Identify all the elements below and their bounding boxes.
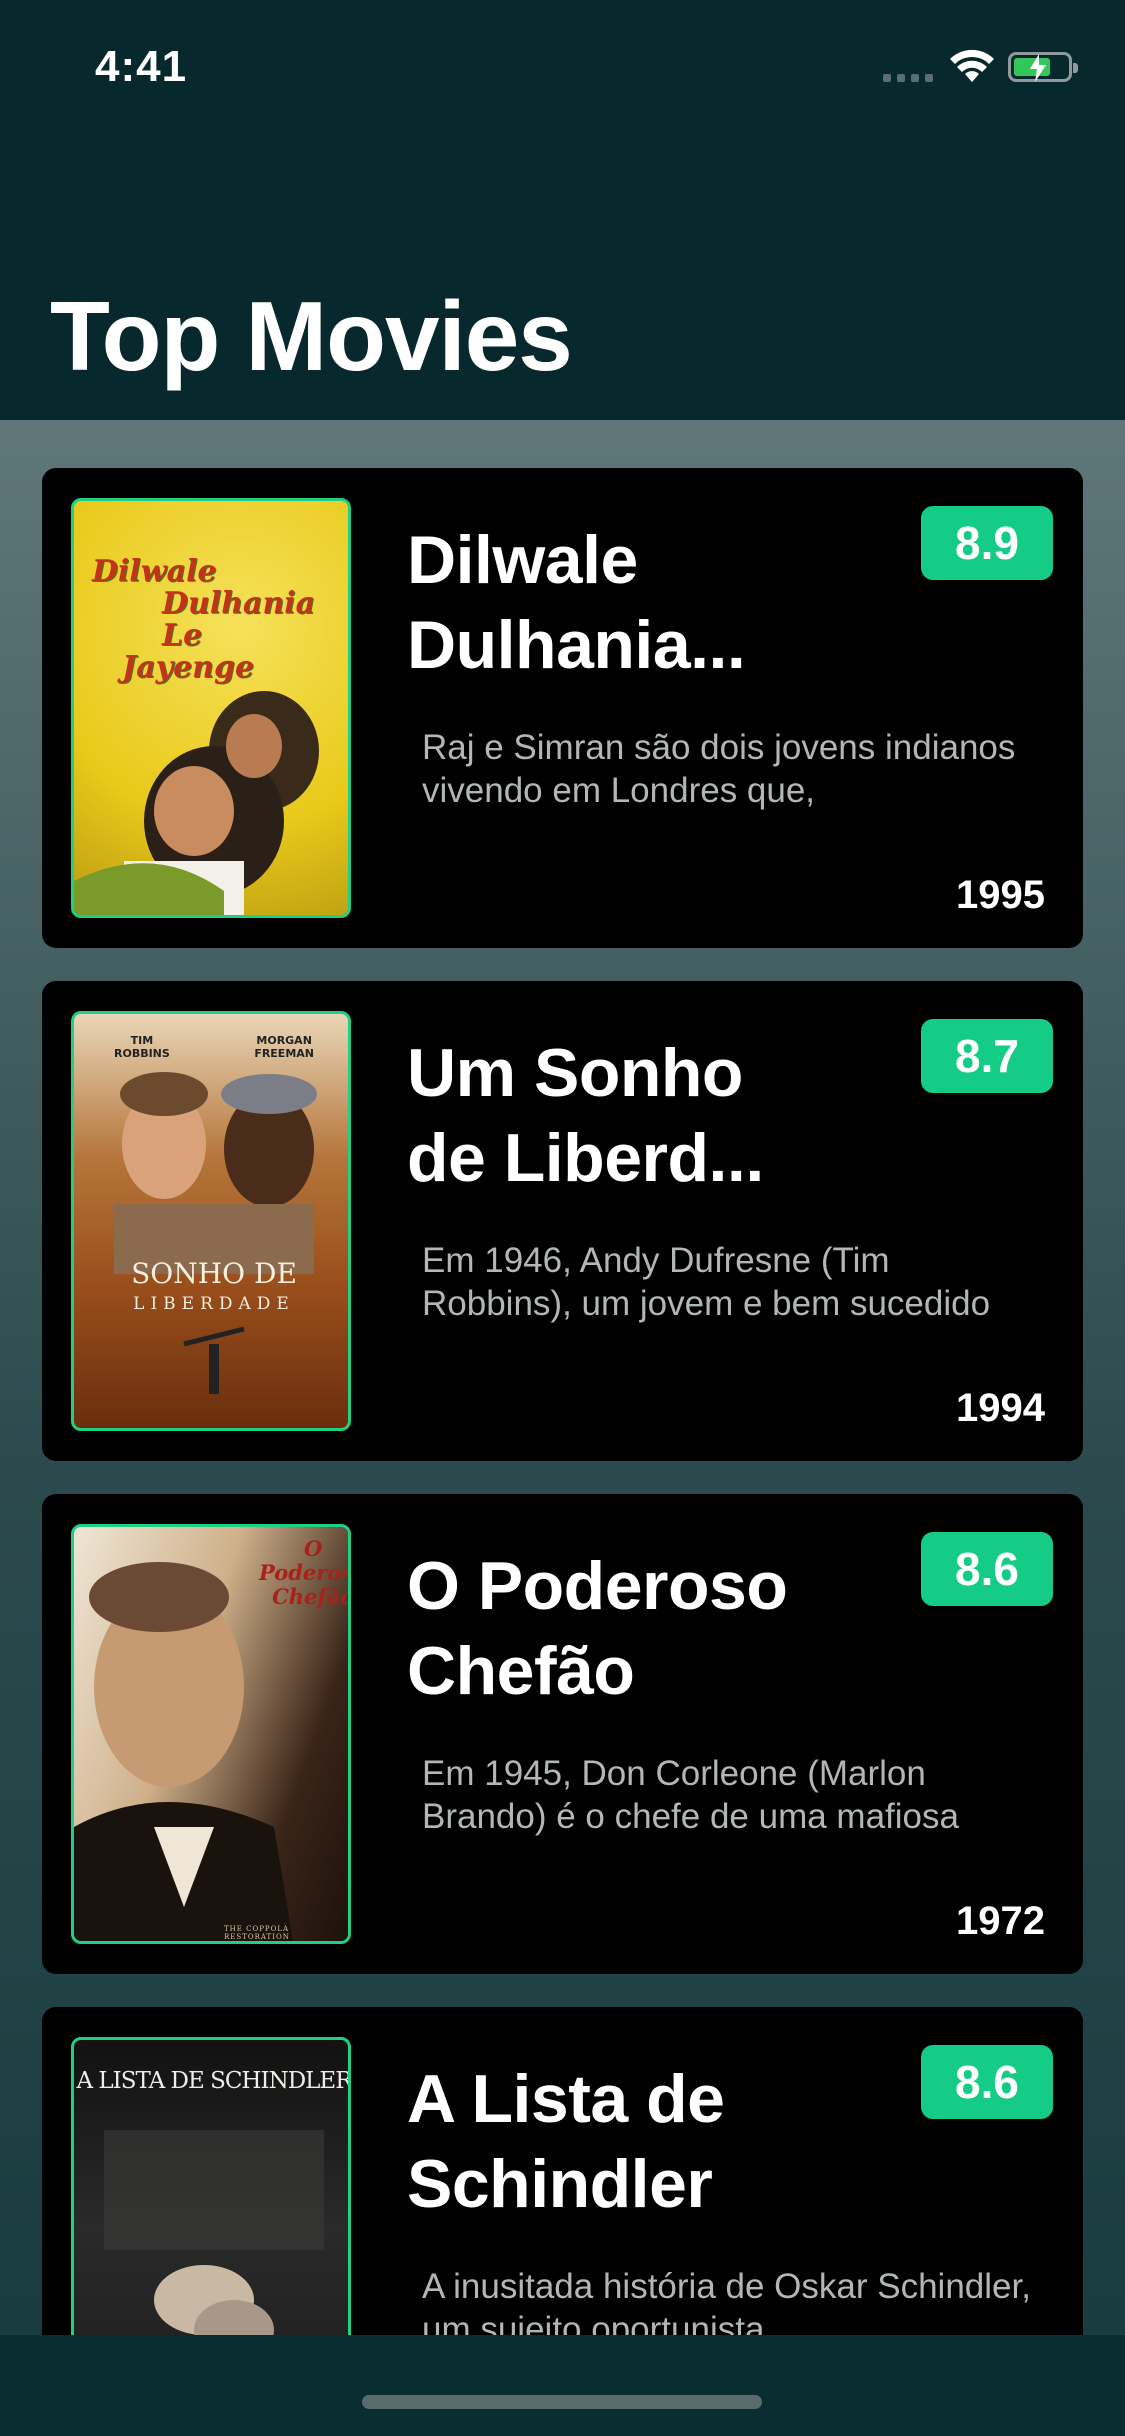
poster-actors: TIM ROBBINS MORGAN FREEMAN	[114, 1034, 314, 1060]
poster-title: A LISTA DE SCHINDLER	[76, 2068, 351, 2094]
movie-year: 1995	[956, 873, 1045, 917]
movie-title: A Lista de Schindler	[407, 2061, 725, 2222]
battery-icon	[1008, 52, 1078, 82]
movie-year: 1994	[956, 1386, 1045, 1430]
home-indicator[interactable]	[362, 2395, 762, 2409]
movie-overview: Em 1946, Andy Dufresne (Tim Robbins), um…	[422, 1241, 991, 1323]
cellular-signal-icon	[883, 74, 933, 82]
wifi-icon	[950, 49, 994, 82]
status-time: 4:41	[95, 42, 188, 91]
movie-card[interactable]: Dilwale Dulhania Le Jayenge Dilwale Dulh…	[42, 468, 1083, 948]
movie-overview: A inusitada história de Oskar Schindler,…	[422, 2267, 1031, 2335]
rating-badge: 8.7	[921, 1019, 1053, 1093]
movie-card[interactable]: TIM ROBBINS MORGAN FREEMAN SONHO DE LIBE…	[42, 981, 1083, 1461]
poster-title: SONHO DE LIBERDADE	[131, 1257, 297, 1315]
movie-poster: A LISTA DE SCHINDLER	[71, 2037, 351, 2335]
movie-card[interactable]: A LISTA DE SCHINDLER A Lista de Schindle…	[42, 2007, 1083, 2335]
rating-badge: 8.9	[921, 506, 1053, 580]
movie-overview: Em 1945, Don Corleone (Marlon Brando) é …	[422, 1754, 959, 1836]
poster-footer: THE COPPOLA RESTORATION	[224, 1925, 290, 1941]
movie-poster: O Poderoso Chefão THE COPPOLA RESTORATIO…	[71, 1524, 351, 1944]
poster-title: O Poderoso Chefão	[259, 1536, 351, 1609]
rating-badge: 8.6	[921, 1532, 1053, 1606]
movie-title: O Poderoso Chefão	[407, 1548, 788, 1709]
header: 4:41 Top Movies	[0, 0, 1125, 420]
movie-title: Dilwale Dulhania...	[407, 522, 746, 683]
movie-poster: Dilwale Dulhania Le Jayenge	[71, 498, 351, 918]
movie-list[interactable]: Dilwale Dulhania Le Jayenge Dilwale Dulh…	[0, 420, 1125, 2335]
movie-year: 1972	[956, 1899, 1045, 1943]
movie-overview: Raj e Simran são dois jovens indianos vi…	[422, 728, 1016, 810]
movie-title: Um Sonho de Liberd...	[407, 1035, 764, 1196]
page-title: Top Movies	[50, 281, 573, 391]
movie-poster: TIM ROBBINS MORGAN FREEMAN SONHO DE LIBE…	[71, 1011, 351, 1431]
poster-title: Dilwale Dulhania Le Jayenge	[92, 554, 316, 685]
status-indicators	[883, 46, 1083, 86]
movie-card[interactable]: O Poderoso Chefão THE COPPOLA RESTORATIO…	[42, 1494, 1083, 1974]
rating-badge: 8.6	[921, 2045, 1053, 2119]
